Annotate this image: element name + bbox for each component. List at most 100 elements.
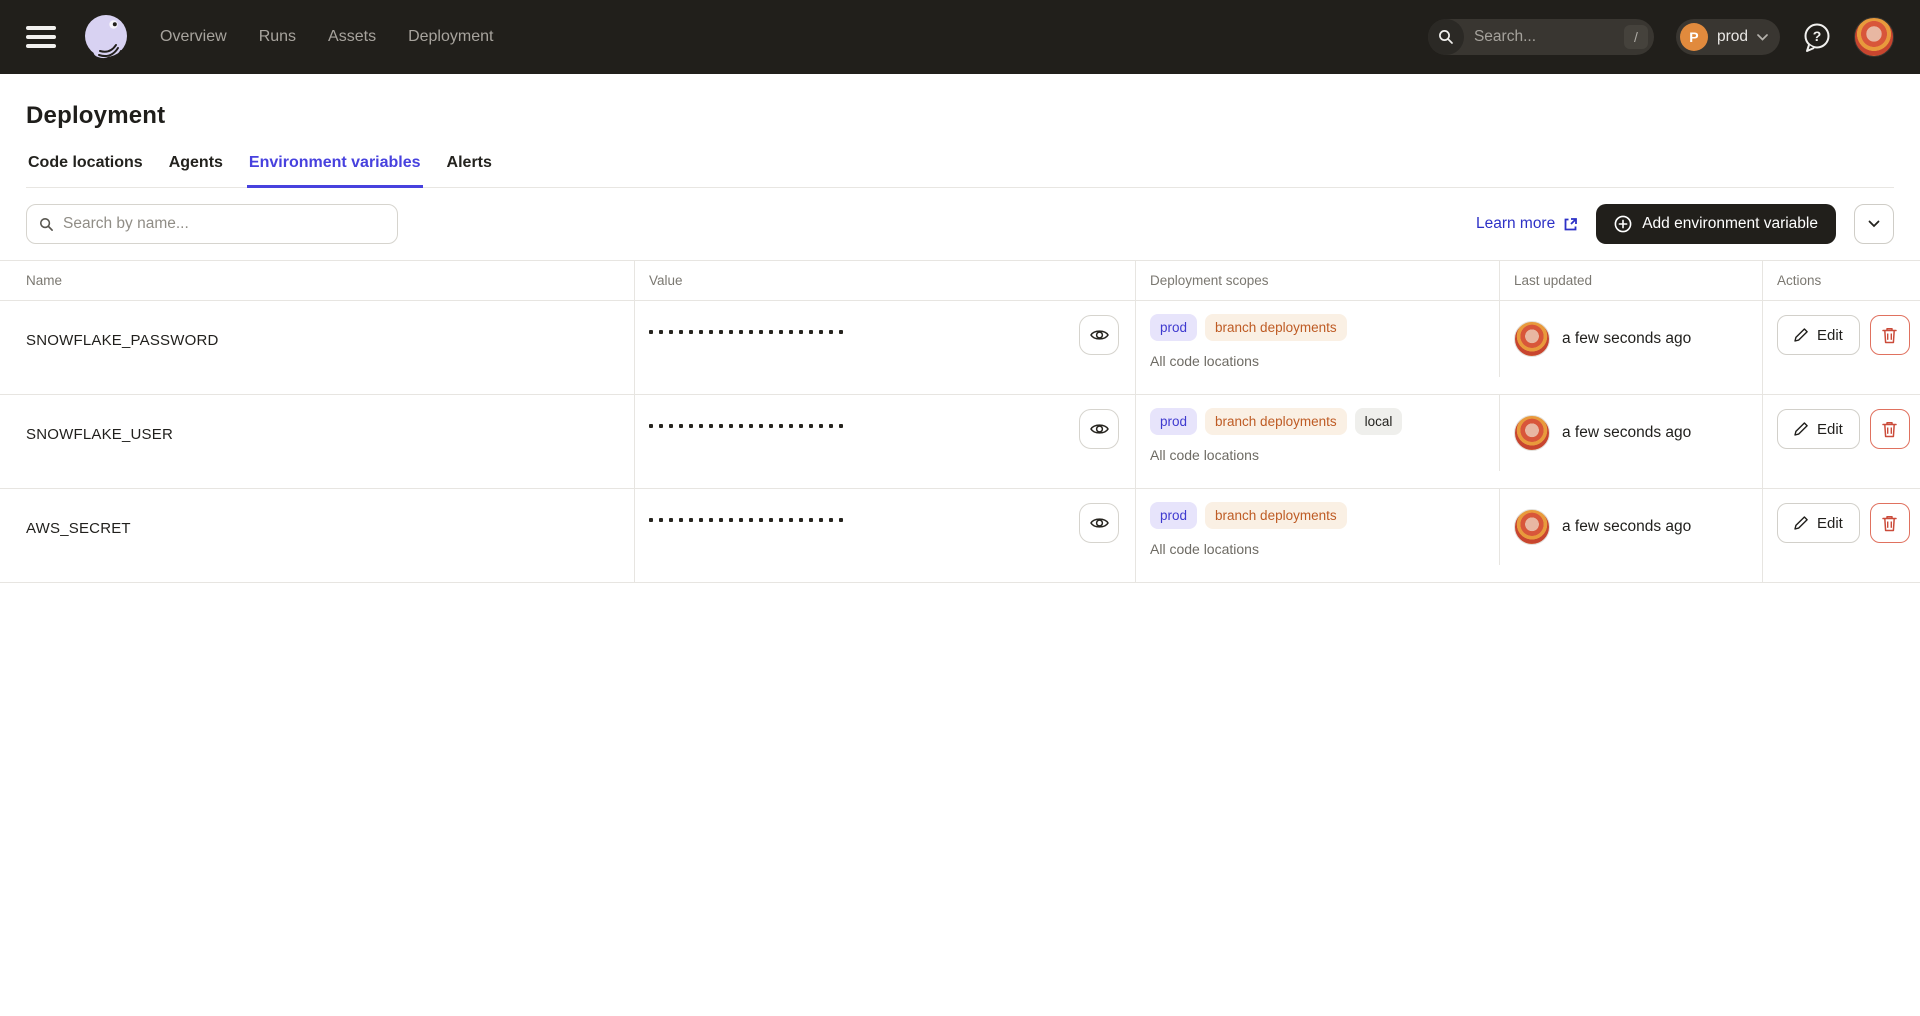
top-nav: Overview Runs Assets Deployment Search..… xyxy=(0,0,1920,74)
masked-dot xyxy=(659,518,663,522)
masked-dot xyxy=(829,518,833,522)
reveal-value-button[interactable] xyxy=(1079,409,1119,449)
scope-badge-branch: branch deployments xyxy=(1205,502,1347,529)
masked-value xyxy=(649,424,843,428)
column-header-deployment-scopes: Deployment scopes xyxy=(1135,261,1499,300)
editor-avatar xyxy=(1514,321,1550,357)
add-options-dropdown-button[interactable] xyxy=(1854,204,1894,244)
delete-button[interactable] xyxy=(1870,503,1910,543)
scope-badge-branch: branch deployments xyxy=(1205,408,1347,435)
masked-dot xyxy=(669,518,673,522)
masked-dot xyxy=(659,424,663,428)
external-link-icon xyxy=(1563,217,1578,232)
masked-dot xyxy=(679,330,683,334)
masked-dot xyxy=(729,330,733,334)
env-var-name: SNOWFLAKE_USER xyxy=(0,395,634,488)
hamburger-menu-icon[interactable] xyxy=(26,26,56,48)
table-row: SNOWFLAKE_USER prodbranch deploymentsloc… xyxy=(0,395,1920,489)
env-var-name: AWS_SECRET xyxy=(0,489,634,582)
masked-dot xyxy=(749,424,753,428)
masked-dot xyxy=(729,518,733,522)
masked-value xyxy=(649,330,843,334)
learn-more-link[interactable]: Learn more xyxy=(1476,215,1578,233)
dagster-logo[interactable] xyxy=(80,11,132,63)
code-locations-text: All code locations xyxy=(1150,447,1499,463)
masked-dot xyxy=(779,330,783,334)
deployment-switcher[interactable]: P prod xyxy=(1676,19,1780,55)
edit-button[interactable]: Edit xyxy=(1777,503,1860,543)
edit-button[interactable]: Edit xyxy=(1777,315,1860,355)
masked-dot xyxy=(699,330,703,334)
tab-alerts[interactable]: Alerts xyxy=(445,154,494,187)
masked-dot xyxy=(679,424,683,428)
svg-text:?: ? xyxy=(1813,28,1822,44)
masked-dot xyxy=(689,330,693,334)
masked-dot xyxy=(739,330,743,334)
last-updated-text: a few seconds ago xyxy=(1562,518,1691,536)
tab-agents[interactable]: Agents xyxy=(167,154,225,187)
masked-dot xyxy=(809,424,813,428)
masked-dot xyxy=(719,330,723,334)
masked-dot xyxy=(709,424,713,428)
masked-dot xyxy=(769,424,773,428)
deployment-switcher-label: prod xyxy=(1717,28,1748,46)
delete-button[interactable] xyxy=(1870,315,1910,355)
edit-button-label: Edit xyxy=(1817,327,1843,344)
nav-item-assets[interactable]: Assets xyxy=(328,28,376,46)
scope-badge-prod: prod xyxy=(1150,408,1197,435)
masked-dot xyxy=(799,330,803,334)
masked-dot xyxy=(649,518,653,522)
masked-dot xyxy=(779,518,783,522)
masked-dot xyxy=(789,518,793,522)
reveal-value-button[interactable] xyxy=(1079,315,1119,355)
global-search[interactable]: Search... / xyxy=(1428,19,1654,55)
edit-button[interactable]: Edit xyxy=(1777,409,1860,449)
masked-dot xyxy=(739,518,743,522)
masked-dot xyxy=(819,424,823,428)
masked-dot xyxy=(709,518,713,522)
trash-icon xyxy=(1882,421,1897,438)
reveal-value-button[interactable] xyxy=(1079,503,1119,543)
environment-variables-table: Name Value Deployment scopes Last update… xyxy=(0,260,1920,583)
masked-dot xyxy=(669,330,673,334)
tab-code-locations[interactable]: Code locations xyxy=(26,154,145,187)
masked-dot xyxy=(779,424,783,428)
chevron-down-icon xyxy=(1868,220,1880,228)
masked-dot xyxy=(689,518,693,522)
masked-dot xyxy=(829,330,833,334)
nav-item-deployment[interactable]: Deployment xyxy=(408,28,493,46)
primary-nav: Overview Runs Assets Deployment xyxy=(160,28,493,46)
masked-dot xyxy=(799,518,803,522)
masked-dot xyxy=(719,518,723,522)
code-locations-text: All code locations xyxy=(1150,353,1499,369)
filter-search-field xyxy=(26,204,398,244)
help-icon[interactable]: ? xyxy=(1802,22,1832,53)
deployment-initial-avatar: P xyxy=(1680,23,1708,51)
nav-item-overview[interactable]: Overview xyxy=(160,28,227,46)
masked-dot xyxy=(799,424,803,428)
masked-dot xyxy=(649,330,653,334)
nav-item-runs[interactable]: Runs xyxy=(259,28,296,46)
masked-dot xyxy=(699,518,703,522)
eye-icon xyxy=(1090,328,1109,342)
editor-avatar xyxy=(1514,509,1550,545)
deployment-tabs: Code locations Agents Environment variab… xyxy=(26,154,1894,188)
masked-dot xyxy=(649,424,653,428)
table-header: Name Value Deployment scopes Last update… xyxy=(0,260,1920,301)
search-by-name-input[interactable] xyxy=(63,215,385,233)
delete-button[interactable] xyxy=(1870,409,1910,449)
editor-avatar xyxy=(1514,415,1550,451)
user-avatar[interactable] xyxy=(1854,17,1894,57)
scope-badges: prodbranch deployments xyxy=(1150,502,1499,529)
masked-dot xyxy=(819,518,823,522)
chevron-down-icon xyxy=(1757,34,1768,41)
global-search-placeholder: Search... xyxy=(1474,28,1536,46)
masked-dot xyxy=(699,424,703,428)
learn-more-label: Learn more xyxy=(1476,215,1555,233)
add-environment-variable-label: Add environment variable xyxy=(1642,215,1818,233)
page-title: Deployment xyxy=(26,102,1894,130)
masked-dot xyxy=(839,518,843,522)
masked-dot xyxy=(719,424,723,428)
add-environment-variable-button[interactable]: Add environment variable xyxy=(1596,204,1836,244)
tab-environment-variables[interactable]: Environment variables xyxy=(247,154,423,187)
